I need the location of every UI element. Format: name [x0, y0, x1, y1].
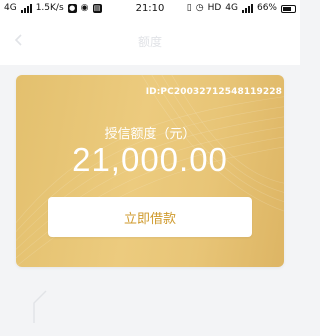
status-bar: 4G 1.5K/s ● ◉ ▤ 21:10 ▯ ◷ HD 4G 66%	[0, 0, 300, 17]
credit-limit-label: 授信额度（元）	[104, 127, 196, 142]
page-title: 额度	[137, 35, 162, 49]
status-time: 21:10	[135, 3, 165, 14]
credit-card: ID:PC20032712548119228 授信额度（元） 21,000.00…	[16, 75, 284, 267]
card-id: ID:PC20032712548119228	[145, 87, 282, 97]
battery-icon	[281, 4, 296, 13]
page-header: 额度	[0, 17, 300, 65]
borrow-now-button[interactable]: 立即借款	[48, 197, 252, 237]
credit-limit-amount: 21,000.00	[72, 141, 228, 178]
bracket-icon	[33, 290, 47, 323]
